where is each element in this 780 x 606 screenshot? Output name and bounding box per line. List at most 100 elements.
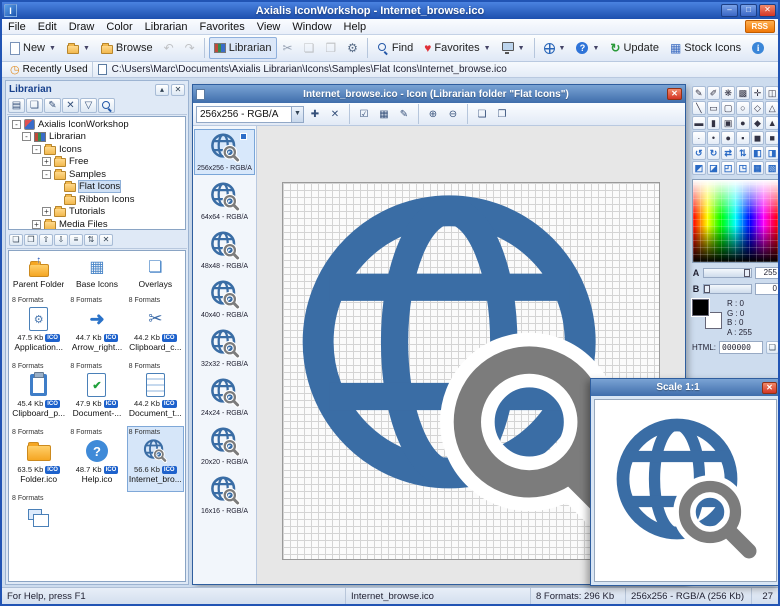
- doc-delete-format-button[interactable]: ✕: [326, 105, 344, 123]
- copy-button[interactable]: ❏: [299, 37, 320, 59]
- effect-corner-2-tool-button[interactable]: ◳: [736, 161, 750, 175]
- close-button[interactable]: ✕: [759, 4, 776, 17]
- rotate-right-tool-button[interactable]: ↻: [707, 146, 721, 160]
- tree-item-media-files[interactable]: +Media Files: [9, 218, 185, 230]
- filled-bar-tool-button[interactable]: ▮: [707, 116, 721, 130]
- brush-size-3-tool-button[interactable]: ●: [721, 131, 735, 145]
- doc-draw-mode-button[interactable]: ✎: [395, 105, 413, 123]
- file-item-partial[interactable]: 8 Formats: [10, 492, 67, 558]
- airbrush-tool-button[interactable]: ❋: [721, 86, 735, 100]
- help-dropdown-arrow[interactable]: ▼: [592, 45, 599, 52]
- menu-color[interactable]: Color: [100, 20, 138, 34]
- slider-b-track[interactable]: [703, 284, 752, 294]
- brush-size-5-tool-button[interactable]: ◼: [751, 131, 765, 145]
- format-item-16x16-rgb-a[interactable]: 16x16 - RGB/A: [194, 472, 255, 518]
- shear-right-tool-button[interactable]: ◨: [765, 146, 779, 160]
- lib-export-button[interactable]: ⇧: [39, 234, 53, 246]
- foreground-color-swatch[interactable]: [692, 299, 709, 316]
- lib-tab-folders-view-button[interactable]: ❏: [26, 98, 43, 113]
- doc-test-icon-button[interactable]: ☑: [355, 105, 373, 123]
- cut-button[interactable]: ✂: [278, 37, 298, 59]
- format-select[interactable]: 256x256 - RGB/A ▼: [196, 106, 304, 123]
- doc-new-format-button[interactable]: ✚: [306, 105, 324, 123]
- tree-item-icons[interactable]: -Icons: [9, 143, 185, 156]
- format-item-64x64-rgb-a[interactable]: 64x64 - RGB/A: [194, 178, 255, 224]
- tree-expander-icon[interactable]: -: [32, 145, 41, 154]
- fill-tool-button[interactable]: ▩: [736, 86, 750, 100]
- rounded-rectangle-tool-button[interactable]: ▢: [721, 101, 735, 115]
- panel-close-button[interactable]: ✕: [171, 84, 185, 96]
- file-item-clipboard-c[interactable]: 8 Formats✂44.2 KbICOClipboard_c...: [127, 294, 184, 360]
- file-item-help-ico[interactable]: 8 Formats?48.7 KbICOHelp.ico: [68, 426, 125, 492]
- screen-capture-dropdown-arrow[interactable]: ▼: [518, 45, 525, 52]
- lib-paste-button[interactable]: ❐: [24, 234, 38, 246]
- menu-file[interactable]: File: [2, 20, 32, 34]
- shear-left-tool-button[interactable]: ◧: [751, 146, 765, 160]
- redo-button[interactable]: ↷: [180, 37, 200, 59]
- lib-tab-search-button[interactable]: [98, 98, 115, 113]
- brush-size-4-tool-button[interactable]: ▪: [736, 131, 750, 145]
- flip-vertical-tool-button[interactable]: ⇅: [736, 146, 750, 160]
- rectangle-tool-button[interactable]: ▭: [707, 101, 721, 115]
- lib-view-mode-button[interactable]: ≡: [69, 234, 83, 246]
- menu-view[interactable]: View: [251, 20, 287, 34]
- pencil-tool-button[interactable]: ✎: [692, 86, 706, 100]
- browse-button[interactable]: Browse: [96, 37, 158, 59]
- format-item-40x40-rgb-a[interactable]: 40x40 - RGB/A: [194, 276, 255, 322]
- shortcut-parent-folder[interactable]: ↑Parent Folder: [10, 252, 67, 294]
- ellipse-tool-button[interactable]: ○: [736, 101, 750, 115]
- tree-expander-icon[interactable]: +: [42, 157, 51, 166]
- tree-item-free[interactable]: +Free: [9, 156, 185, 169]
- format-select-arrow-icon[interactable]: ▼: [291, 107, 303, 122]
- tree-item-librarian[interactable]: -Librarian: [9, 131, 185, 144]
- paste-button[interactable]: ❐: [320, 37, 341, 59]
- diamond-tool-button[interactable]: ◇: [751, 101, 765, 115]
- doc-copy-button[interactable]: ❏: [473, 105, 491, 123]
- format-item-32x32-rgb-a[interactable]: 32x32 - RGB/A: [194, 325, 255, 371]
- panel-roll-up-button[interactable]: ▴: [155, 84, 169, 96]
- filled-rectangle-tool-button[interactable]: ▬: [692, 116, 706, 130]
- file-item-document-t[interactable]: 8 Formats44.2 KbICODocument_t...: [127, 360, 184, 426]
- file-item-folder-ico[interactable]: 8 Formats63.5 KbICOFolder.ico: [10, 426, 67, 492]
- rss-badge[interactable]: RSS: [745, 20, 775, 33]
- tree-item-flat-icons[interactable]: Flat Icons: [9, 181, 185, 194]
- tree-expander-icon[interactable]: -: [42, 170, 51, 179]
- tree-expander-icon[interactable]: +: [42, 207, 51, 216]
- document-close-button[interactable]: ✕: [667, 88, 682, 100]
- undo-button[interactable]: ↶: [159, 37, 179, 59]
- menu-window[interactable]: Window: [286, 20, 337, 34]
- brush-size-6-tool-button[interactable]: ■: [765, 131, 779, 145]
- menu-librarian[interactable]: Librarian: [139, 20, 194, 34]
- new-button[interactable]: New ▼: [5, 37, 61, 59]
- menu-draw[interactable]: Draw: [63, 20, 101, 34]
- tree-expander-icon[interactable]: -: [12, 120, 21, 129]
- settings-button[interactable]: ⚙: [342, 37, 363, 59]
- favorites-button[interactable]: ♥ Favorites ▼: [419, 37, 495, 59]
- lib-copy-button[interactable]: ❏: [9, 234, 23, 246]
- brush-size-2-tool-button[interactable]: •: [707, 131, 721, 145]
- tree-item-tutorials[interactable]: +Tutorials: [9, 206, 185, 219]
- slider-b-value[interactable]: 0: [755, 283, 779, 295]
- color-picker-tool-button[interactable]: ✛: [751, 86, 765, 100]
- format-item-20x20-rgb-a[interactable]: 20x20 - RGB/A: [194, 423, 255, 469]
- menu-edit[interactable]: Edit: [32, 20, 63, 34]
- recent-file-path[interactable]: C:\Users\Marc\Documents\Axialis Libraria…: [112, 64, 507, 75]
- update-button[interactable]: ↻ Update: [605, 37, 664, 59]
- lib-tab-library-view-button[interactable]: ▤: [8, 98, 25, 113]
- minimize-button[interactable]: –: [721, 4, 738, 17]
- doc-zoom-in-button[interactable]: ⊕: [424, 105, 442, 123]
- effect-grid-tool-button[interactable]: ▦: [751, 161, 765, 175]
- file-item-application[interactable]: 8 Formats⚙47.5 KbICOApplication...: [10, 294, 67, 360]
- doc-zoom-out-button[interactable]: ⊖: [444, 105, 462, 123]
- format-item-48x48-rgb-a[interactable]: 48x48 - RGB/A: [194, 227, 255, 273]
- line-tool-button[interactable]: ╲: [692, 101, 706, 115]
- filled-triangle-tool-button[interactable]: ▲: [765, 116, 779, 130]
- menu-help[interactable]: Help: [338, 20, 373, 34]
- color-palette[interactable]: [692, 179, 779, 263]
- filled-rounded-rectangle-tool-button[interactable]: ▣: [721, 116, 735, 130]
- file-item-clipboard-p[interactable]: 8 Formats45.4 KbICOClipboard_p...: [10, 360, 67, 426]
- format-item-24x24-rgb-a[interactable]: 24x24 - RGB/A: [194, 374, 255, 420]
- file-item-internet-bro[interactable]: 8 Formats56.6 KbICOInternet_bro...: [127, 426, 184, 492]
- effect-shade-2-tool-button[interactable]: ◪: [707, 161, 721, 175]
- effect-hatch-tool-button[interactable]: ▧: [765, 161, 779, 175]
